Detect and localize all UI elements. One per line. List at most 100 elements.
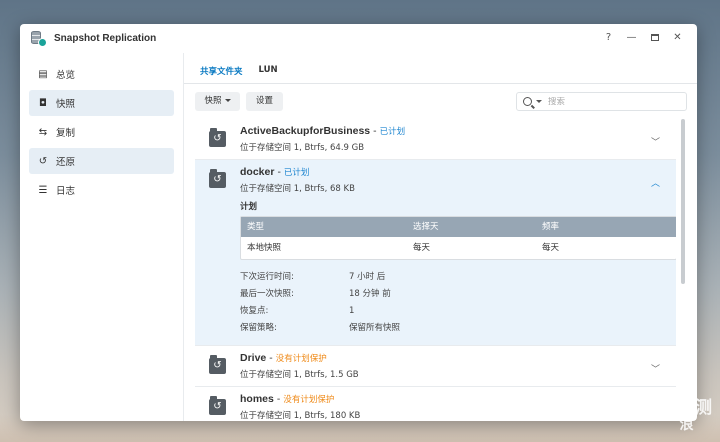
- folder-detail-panel: 计划 类型 选择天 频率 本地快照 每天 每天 下次运行时间: 7 小时 后 最…: [195, 200, 676, 345]
- sidebar-item-snapshots[interactable]: ◘ 快照: [29, 90, 174, 116]
- settings-button[interactable]: 设置: [246, 92, 283, 111]
- schedule-table: 类型 选择天 频率 本地快照 每天 每天: [240, 216, 676, 260]
- column-header-days: 选择天: [413, 222, 439, 232]
- snapshot-info: 下次运行时间: 7 小时 后 最后一次快照: 18 分钟 前 恢复点: 1 保留…: [240, 269, 664, 337]
- list-item-expanded[interactable]: docker - 已计划 位于存储空间 1, Btrfs, 68 KB ︿ 计划…: [195, 160, 676, 346]
- restore-icon: ↺: [38, 155, 48, 167]
- log-icon: ☰: [38, 184, 48, 196]
- snapshot-button-label: 快照: [204, 96, 222, 106]
- table-cell: 每天: [413, 243, 431, 253]
- sidebar-item-restore[interactable]: ↺ 还原: [29, 148, 174, 174]
- sidebar-item-label: 日志: [56, 186, 76, 197]
- status-badge: 已计划: [283, 168, 310, 178]
- folder-location: 位于存储空间 1, Btrfs, 68 KB: [240, 184, 355, 194]
- help-button[interactable]: ?: [597, 30, 620, 46]
- watermark-logo: 新众测 浪: [661, 400, 712, 434]
- separator: -: [273, 394, 284, 405]
- info-row-next-run: 下次运行时间: 7 小时 后: [240, 269, 664, 286]
- shared-folder-snapshot-icon: [209, 169, 226, 188]
- shared-folder-list: ActiveBackupforBusiness - 已计划 位于存储空间 1, …: [195, 119, 676, 421]
- watermark-text: 浪: [679, 417, 694, 433]
- folder-name-line: ActiveBackupforBusiness - 已计划: [240, 125, 405, 137]
- maximize-icon: [650, 33, 659, 41]
- info-row-restore-points: 恢复点: 1: [240, 303, 664, 320]
- folder-location: 位于存储空间 1, Btrfs, 64.9 GB: [240, 143, 365, 153]
- info-row-retention-policy: 保留策略: 保留所有快照: [240, 320, 664, 337]
- tab-lun[interactable]: LUN: [259, 65, 278, 82]
- camera-icon: ◘: [39, 97, 47, 109]
- folder-name: Drive: [240, 352, 267, 364]
- status-badge: 没有计划保护: [283, 395, 335, 405]
- chevron-down-icon: [224, 99, 231, 102]
- folder-location: 位于存储空间 1, Btrfs, 1.5 GB: [240, 370, 359, 380]
- search-filter-dropdown-icon[interactable]: [536, 100, 542, 103]
- sidebar-item-label: 总览: [56, 70, 76, 81]
- sidebar-item-replication[interactable]: ⇆ 复制: [29, 119, 174, 145]
- sidebar-item-log[interactable]: ☰ 日志: [29, 177, 174, 203]
- sidebar-item-label: 快照: [56, 99, 76, 110]
- app-window: Snapshot Replication ? — ✕ ▤ 总览 ◘ 快照 ⇆ 复…: [20, 24, 697, 421]
- info-label: 恢复点:: [240, 306, 269, 316]
- table-cell: 每天: [542, 243, 560, 253]
- info-label: 下次运行时间:: [240, 272, 294, 282]
- replicate-icon: ⇆: [38, 126, 48, 138]
- chevron-down-icon[interactable]: ﹀: [651, 362, 660, 375]
- info-value: 保留所有快照: [349, 323, 401, 333]
- watermark-text: 众测: [678, 398, 712, 418]
- separator: -: [370, 126, 380, 137]
- title-bar[interactable]: Snapshot Replication ? — ✕: [20, 24, 697, 53]
- search-icon: [523, 97, 532, 106]
- info-label: 最后一次快照:: [240, 289, 294, 299]
- window-controls: ? — ✕: [597, 30, 689, 46]
- tab-divider: [184, 83, 697, 84]
- status-badge: 已计划: [379, 127, 406, 137]
- list-scrollbar[interactable]: [681, 119, 685, 284]
- window-title: Snapshot Replication: [54, 33, 157, 44]
- list-item[interactable]: Drive - 没有计划保护 位于存储空间 1, Btrfs, 1.5 GB ﹀: [195, 346, 676, 387]
- shared-folder-snapshot-icon: [209, 355, 226, 374]
- folder-name: homes: [240, 393, 274, 405]
- column-header-frequency: 频率: [542, 222, 560, 232]
- search-input[interactable]: [548, 96, 668, 107]
- chevron-up-icon[interactable]: ︿: [651, 176, 660, 189]
- list-item[interactable]: homes - 没有计划保护 位于存储空间 1, Btrfs, 180 KB: [195, 387, 676, 421]
- info-value: 1: [349, 306, 355, 316]
- table-header: 类型 选择天 频率: [241, 217, 676, 237]
- schedule-title: 计划: [240, 202, 258, 212]
- maximize-button[interactable]: [643, 30, 666, 46]
- main-panel: 共享文件夹 LUN 快照 设置 ActiveBackupforBusiness …: [183, 53, 697, 421]
- folder-name-line: Drive - 没有计划保护: [240, 352, 327, 364]
- chevron-down-icon[interactable]: ﹀: [651, 135, 660, 148]
- watermark-text: 新: [661, 398, 678, 418]
- folder-name-line: homes - 没有计划保护: [240, 393, 334, 405]
- folder-name: ActiveBackupforBusiness: [240, 125, 371, 137]
- table-cell: 本地快照: [247, 243, 282, 253]
- status-badge: 没有计划保护: [275, 354, 327, 364]
- search-box[interactable]: [516, 92, 687, 111]
- shared-folder-snapshot-icon: [209, 128, 226, 147]
- info-row-last-snapshot: 最后一次快照: 18 分钟 前: [240, 286, 664, 303]
- shared-folder-snapshot-icon: [209, 396, 226, 415]
- info-label: 保留策略:: [240, 323, 277, 333]
- minimize-button[interactable]: —: [620, 30, 643, 46]
- info-value: 18 分钟 前: [349, 289, 391, 299]
- tab-bar: 共享文件夹 LUN: [200, 65, 278, 82]
- separator: -: [266, 353, 276, 364]
- snapshot-dropdown-button[interactable]: 快照: [195, 92, 240, 111]
- separator: -: [274, 167, 284, 178]
- sidebar-item-overview[interactable]: ▤ 总览: [29, 61, 174, 87]
- info-value: 7 小时 后: [349, 272, 386, 282]
- toolbar: 快照 设置: [195, 92, 687, 111]
- sidebar-item-label: 复制: [56, 128, 76, 139]
- column-header-type: 类型: [247, 222, 265, 232]
- folder-name-line: docker - 已计划: [240, 166, 309, 178]
- sidebar: ▤ 总览 ◘ 快照 ⇆ 复制 ↺ 还原 ☰ 日志: [20, 61, 183, 206]
- list-item[interactable]: ActiveBackupforBusiness - 已计划 位于存储空间 1, …: [195, 119, 676, 160]
- folder-location: 位于存储空间 1, Btrfs, 180 KB: [240, 411, 361, 421]
- close-button[interactable]: ✕: [666, 30, 689, 46]
- snapshot-replication-app-icon: [30, 30, 47, 47]
- sidebar-item-label: 还原: [56, 157, 76, 168]
- tab-shared-folders[interactable]: 共享文件夹: [200, 65, 243, 82]
- folder-name: docker: [240, 166, 275, 178]
- table-row[interactable]: 本地快照 每天 每天: [241, 237, 676, 259]
